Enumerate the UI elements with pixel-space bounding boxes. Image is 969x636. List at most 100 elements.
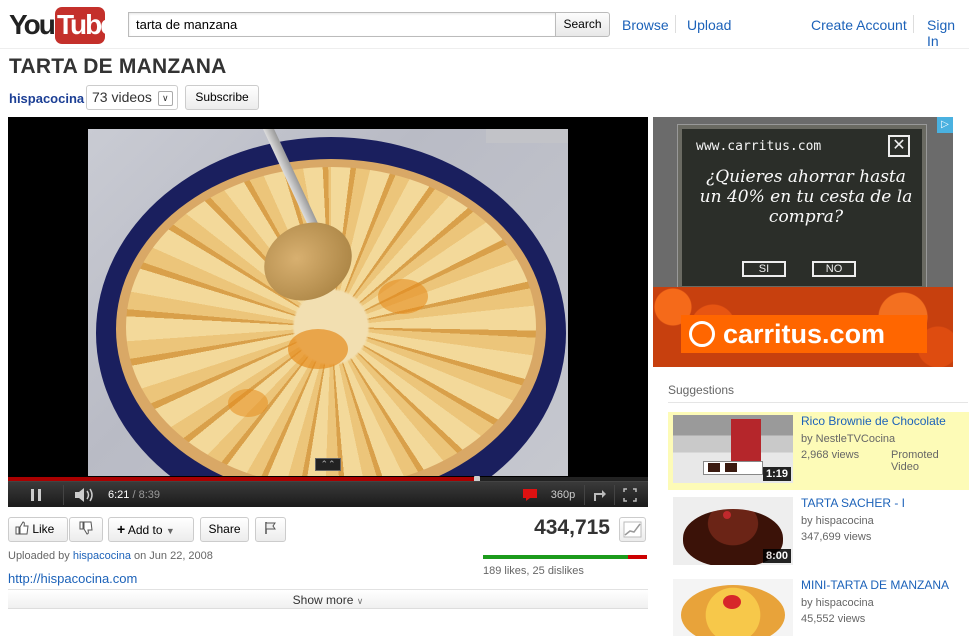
flag-button[interactable] (255, 517, 286, 542)
thumbs-down-icon (79, 521, 93, 535)
upload-link[interactable]: Upload (687, 17, 731, 33)
description-url-link[interactable]: http://hispacocina.com (8, 571, 137, 586)
ad-yes-box: SI (742, 261, 786, 277)
video-glaze (378, 279, 428, 314)
suggestion-item[interactable]: MINI-TARTA DE MANZANA by hispacocina 45,… (668, 576, 969, 636)
pause-icon (31, 489, 41, 501)
youtube-logo[interactable]: You Tube (9, 7, 116, 44)
suggestions-heading: Suggestions (668, 383, 735, 397)
video-glaze (228, 389, 268, 417)
stats-chart-icon (623, 521, 642, 538)
suggestions-divider (668, 402, 968, 403)
share-button[interactable]: Share (200, 517, 249, 542)
thumb-figure (731, 419, 761, 464)
fullscreen-icon (623, 488, 637, 502)
pause-button[interactable] (26, 482, 46, 507)
control-separator (584, 485, 585, 505)
video-background (486, 129, 568, 143)
channel-link[interactable]: hispacocina (9, 91, 84, 106)
view-count: 434,715 (534, 516, 610, 539)
suggestion-duration: 8:00 (762, 549, 791, 563)
thumbs-up-icon (15, 521, 29, 535)
create-account-link[interactable]: Create Account (811, 17, 907, 33)
logo-tube-box: Tube (55, 7, 116, 44)
annotations-button[interactable] (520, 482, 540, 507)
control-separator (614, 485, 615, 505)
video-glaze (288, 329, 348, 369)
fullscreen-button[interactable] (620, 482, 640, 507)
stats-button[interactable] (619, 517, 646, 542)
control-separator (63, 485, 64, 505)
suggestion-views: 347,699 views (801, 531, 872, 543)
thumb-tart (681, 585, 785, 636)
popout-icon (594, 490, 606, 501)
nav-separator (675, 15, 676, 33)
like-button[interactable]: Like (8, 517, 68, 542)
time-display: 6:21 / 8:39 (108, 482, 160, 507)
sign-in-link[interactable]: Sign In (927, 17, 969, 49)
add-to-button[interactable]: + Add to ▼ (108, 517, 194, 542)
advertisement[interactable]: www.carritus.com ✕ ¿Quieres ahorrar hast… (653, 117, 953, 367)
add-to-label: Add to (127, 523, 163, 537)
nav-separator (913, 15, 914, 33)
video-frame[interactable] (88, 129, 568, 476)
shopping-cart-icon (689, 321, 715, 347)
ad-question: ¿Quieres ahorrar hasta un 40% en tu cest… (699, 167, 913, 227)
popout-button[interactable] (590, 482, 610, 507)
ad-checkbox-icon: ✕ (888, 135, 910, 157)
suggestion-thumbnail[interactable]: 1:19 (673, 415, 793, 483)
double-chevron-down-icon: ∨ (356, 596, 364, 606)
suggestion-thumbnail[interactable] (673, 579, 793, 636)
search-input[interactable] (128, 12, 556, 37)
browse-link[interactable]: Browse (622, 17, 669, 33)
like-label: Like (32, 522, 55, 536)
current-time: 6:21 (108, 489, 130, 501)
show-more-button[interactable]: Show more ∨ (8, 589, 648, 609)
flag-icon (264, 522, 276, 534)
suggestion-views: 2,968 views (801, 449, 860, 461)
volume-button[interactable] (72, 482, 98, 507)
speech-bubble-icon (523, 489, 537, 501)
ad-chalkboard: www.carritus.com ✕ ¿Quieres ahorrar hast… (678, 125, 926, 290)
uploader-link[interactable]: hispacocina (73, 550, 131, 562)
logo-tube-text: Tube (57, 9, 116, 40)
suggestion-views: 45,552 views (801, 613, 866, 625)
ad-no-box: NO (812, 261, 856, 277)
suggestion-item[interactable]: 8:00 TARTA SACHER - I by hispacocina 347… (668, 494, 969, 572)
promoted-label: Promoted Video (891, 449, 939, 473)
like-ratio-bar (483, 555, 647, 559)
ad-brand: carritus.com (681, 315, 927, 353)
ad-url-text: www.carritus.com (696, 139, 822, 154)
expand-chevron-icon[interactable]: ⌃⌃ (315, 458, 341, 471)
video-player[interactable]: ⌃⌃ 6:21 / 8:39 360p (8, 117, 648, 507)
thumb-strawberry (723, 595, 741, 609)
duration: / 8:39 (132, 489, 161, 501)
suggestion-channel: by NestleTVCocina (801, 433, 896, 445)
video-title: TARTA DE MANZANA (9, 55, 227, 78)
suggestion-title[interactable]: Rico Brownie de Chocolate (801, 414, 946, 428)
chevron-down-icon: ▼ (165, 526, 175, 536)
suggestion-title[interactable]: MINI-TARTA DE MANZANA (801, 578, 949, 592)
videos-count-button[interactable]: 73 videos ∨ (86, 85, 178, 110)
thumb-brownie (708, 463, 720, 472)
header-divider (0, 48, 969, 49)
suggestion-thumbnail[interactable]: 8:00 (673, 497, 793, 565)
ad-choices-icon[interactable]: ▷ (937, 117, 953, 133)
chevron-down-icon: ∨ (157, 91, 173, 106)
suggestion-title[interactable]: TARTA SACHER - I (801, 496, 905, 510)
like-ratio-fill (483, 555, 628, 559)
search-button[interactable]: Search (555, 12, 610, 37)
subscribe-button[interactable]: Subscribe (185, 85, 259, 110)
quality-button[interactable]: 360p (548, 482, 578, 507)
uploaded-date: on Jun 22, 2008 (134, 550, 213, 562)
video-tart (126, 167, 536, 476)
uploaded-prefix: Uploaded by (8, 550, 70, 562)
suggestion-duration: 1:19 (762, 467, 791, 481)
thumb-brownie (725, 463, 737, 472)
suggestion-channel: by hispacocina (801, 515, 874, 527)
dislike-button[interactable] (69, 517, 103, 542)
thumb-cherry (723, 511, 731, 519)
logo-you-text: You (9, 9, 56, 40)
volume-icon (75, 488, 93, 502)
suggestion-item[interactable]: 1:19 Rico Brownie de Chocolate by Nestle… (668, 412, 969, 490)
